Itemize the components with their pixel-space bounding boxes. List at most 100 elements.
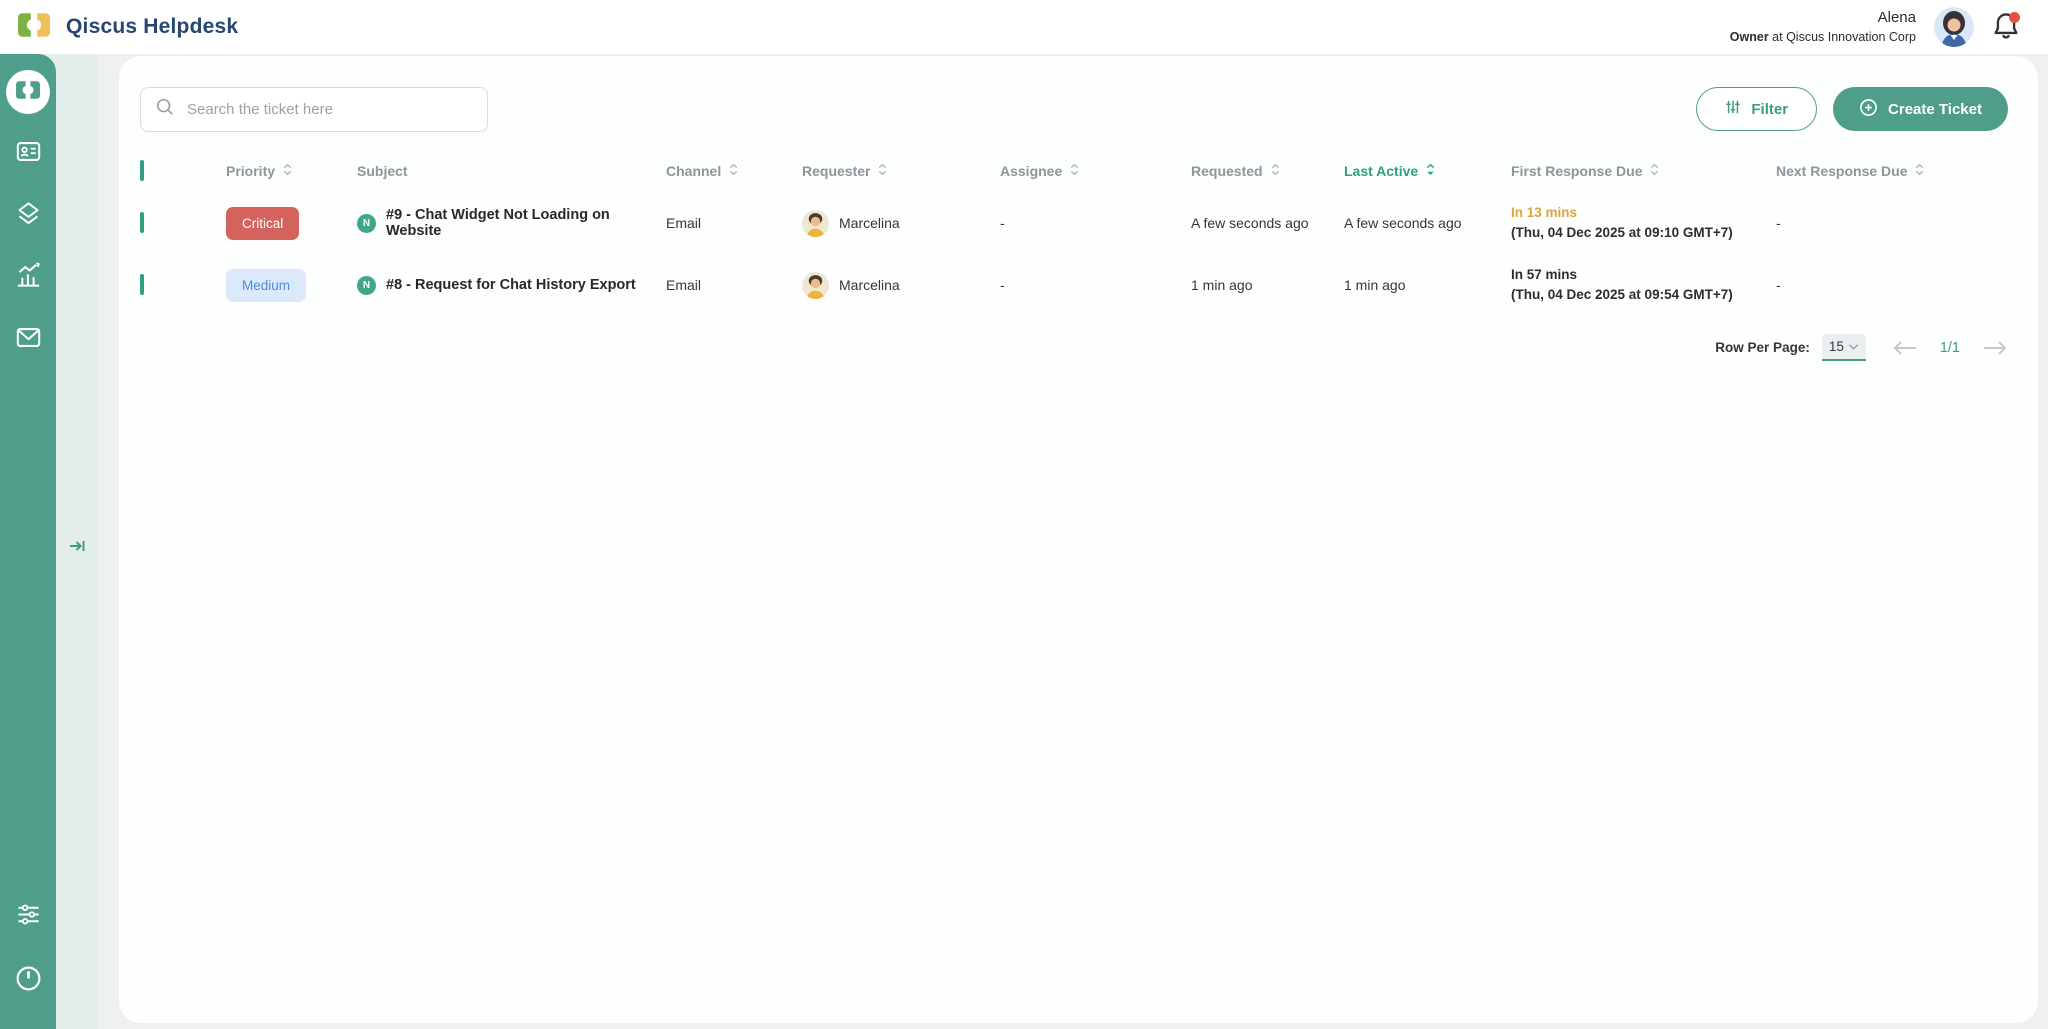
ticket-assignee: - [1000, 277, 1005, 293]
expand-arrow-icon [68, 537, 88, 560]
priority-badge: Medium [226, 268, 307, 302]
page-indicator: 1/1 [1939, 339, 1960, 356]
layers-icon [15, 200, 42, 232]
column-header-requested[interactable]: Requested [1191, 162, 1344, 180]
plus-circle-icon [1859, 98, 1878, 121]
sidebar-item-tickets[interactable] [6, 70, 50, 114]
page-navigation: 1/1 [1892, 340, 2008, 356]
ticket-icon [16, 80, 40, 104]
sidebar-icons [6, 70, 50, 362]
sort-icon [1270, 162, 1281, 180]
column-header-channel[interactable]: Channel [666, 162, 802, 180]
ticket-channel: Email [666, 277, 702, 293]
search-box [140, 87, 488, 132]
next-response-due: - [1776, 277, 1781, 293]
sidebar-item-settings[interactable] [6, 895, 50, 939]
user-avatar[interactable] [1934, 7, 1974, 47]
ticket-last-active: 1 min ago [1344, 277, 1406, 293]
header-select-all [140, 160, 226, 181]
due-countdown: In 13 mins [1511, 204, 1578, 220]
pagination: Row Per Page: 15 1/1 [140, 334, 2008, 361]
requester-avatar [802, 271, 829, 299]
sidebar [0, 54, 56, 1029]
create-ticket-button-label: Create Ticket [1888, 100, 1982, 118]
ticket-requested: 1 min ago [1191, 277, 1253, 293]
chevron-down-icon [1848, 339, 1859, 354]
notification-unread-dot [2009, 12, 2020, 23]
column-header-assignee[interactable]: Assignee [1000, 162, 1191, 180]
requester-name: Marcelina [839, 215, 900, 231]
contact-card-icon [15, 138, 42, 170]
topbar: Qiscus Helpdesk Alena Owner at Qiscus In… [0, 0, 2048, 54]
ticket-requested: A few seconds ago [1191, 215, 1309, 231]
ticket-list-panel: Filter Create Ticket Priority [119, 56, 2038, 1023]
ticket-assignee: - [1000, 215, 1005, 231]
sort-icon [877, 162, 888, 180]
rows-per-page: Row Per Page: 15 [1715, 334, 1866, 361]
user-area: Alena Owner at Qiscus Innovation Corp [1730, 7, 2022, 47]
filter-sliders-icon [1725, 99, 1741, 119]
due-date: (Thu, 04 Dec 2025 at 09:54 GMT+7) [1511, 287, 1733, 302]
rows-per-page-label: Row Per Page: [1715, 340, 1810, 355]
next-response-due: - [1776, 215, 1781, 231]
brand: Qiscus Helpdesk [18, 12, 239, 42]
column-header-last-active[interactable]: Last Active [1344, 162, 1511, 180]
ticket-subject[interactable]: #9 - Chat Widget Not Loading on Website [386, 207, 666, 239]
sort-icon [728, 162, 739, 180]
user-info: Alena Owner at Qiscus Innovation Corp [1730, 8, 1916, 45]
first-response-due: In 13 mins (Thu, 04 Dec 2025 at 09:10 GM… [1511, 203, 1776, 244]
sort-icon-active [1425, 162, 1436, 180]
sidebar-bottom [6, 895, 50, 1003]
sidebar-item-products[interactable] [6, 194, 50, 238]
search-icon [155, 97, 175, 122]
column-header-subject[interactable]: Subject [357, 163, 666, 179]
user-name: Alena [1877, 9, 1916, 27]
column-header-next-response-due[interactable]: Next Response Due [1776, 162, 2008, 180]
new-status-icon: N [357, 213, 376, 233]
requester-name: Marcelina [839, 277, 900, 293]
create-ticket-button[interactable]: Create Ticket [1833, 87, 2008, 131]
due-date: (Thu, 04 Dec 2025 at 09:10 GMT+7) [1511, 225, 1733, 240]
ticket-subject[interactable]: #8 - Request for Chat History Export [386, 277, 636, 293]
sort-icon [1069, 162, 1080, 180]
rows-per-page-select[interactable]: 15 [1821, 334, 1866, 361]
requester-avatar [802, 209, 829, 237]
column-header-requester[interactable]: Requester [802, 162, 1000, 180]
sidebar-item-analytics[interactable] [6, 256, 50, 300]
analytics-icon [15, 262, 42, 294]
select-all-checkbox[interactable] [140, 160, 144, 181]
sidebar-item-logout[interactable] [6, 959, 50, 1003]
qiscus-logo-icon [18, 12, 50, 42]
sidebar-item-mail[interactable] [6, 318, 50, 362]
app-title: Qiscus Helpdesk [66, 15, 239, 38]
new-status-icon: N [357, 275, 376, 295]
ticket-table: Priority Subject Channel Requester Assig… [140, 150, 2008, 316]
column-header-first-response-due[interactable]: First Response Due [1511, 162, 1776, 180]
column-header-priority[interactable]: Priority [226, 162, 357, 180]
row-checkbox[interactable] [140, 274, 144, 295]
notification-bell-icon[interactable] [1992, 11, 2022, 43]
first-response-due: In 57 mins (Thu, 04 Dec 2025 at 09:54 GM… [1511, 265, 1776, 306]
due-countdown: In 57 mins [1511, 266, 1578, 282]
sidebar-item-contacts[interactable] [6, 132, 50, 176]
mail-icon [15, 324, 42, 356]
previous-page-arrow-icon[interactable] [1892, 340, 1918, 356]
expand-panel-button[interactable] [64, 534, 92, 562]
table-row[interactable]: Medium N #8 - Request for Chat History E… [140, 254, 2008, 316]
row-checkbox[interactable] [140, 212, 144, 233]
ticket-last-active: A few seconds ago [1344, 215, 1462, 231]
power-icon [14, 964, 43, 998]
sort-icon [1649, 162, 1660, 180]
sort-icon [282, 162, 293, 180]
search-input[interactable] [187, 101, 473, 118]
priority-badge: Critical [226, 206, 300, 240]
next-page-arrow-icon[interactable] [1982, 340, 2008, 356]
table-row[interactable]: Critical N #9 - Chat Widget Not Loading … [140, 192, 2008, 254]
filter-button[interactable]: Filter [1696, 87, 1818, 131]
sort-icon [1914, 162, 1925, 180]
filter-button-label: Filter [1751, 100, 1789, 118]
ticket-channel: Email [666, 215, 702, 231]
user-role: Owner at Qiscus Innovation Corp [1729, 29, 1916, 44]
toolbar: Filter Create Ticket [140, 87, 2008, 132]
table-header-row: Priority Subject Channel Requester Assig… [140, 150, 2008, 192]
